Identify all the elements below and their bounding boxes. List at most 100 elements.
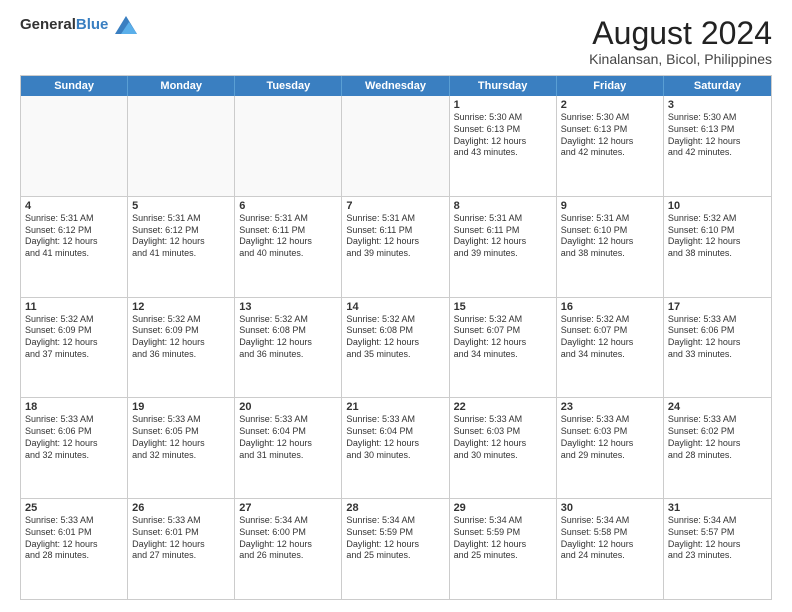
cell-content: Sunrise: 5:33 AM Sunset: 6:04 PM Dayligh…: [346, 414, 444, 461]
calendar-cell: 13Sunrise: 5:32 AM Sunset: 6:08 PM Dayli…: [235, 298, 342, 398]
calendar-cell: [235, 96, 342, 196]
day-number: 31: [668, 502, 767, 514]
cell-content: Sunrise: 5:34 AM Sunset: 5:58 PM Dayligh…: [561, 515, 659, 562]
calendar-cell: 31Sunrise: 5:34 AM Sunset: 5:57 PM Dayli…: [664, 499, 771, 599]
cell-content: Sunrise: 5:32 AM Sunset: 6:09 PM Dayligh…: [132, 314, 230, 361]
main-title: August 2024: [589, 16, 772, 51]
calendar-cell: 29Sunrise: 5:34 AM Sunset: 5:59 PM Dayli…: [450, 499, 557, 599]
cell-content: Sunrise: 5:30 AM Sunset: 6:13 PM Dayligh…: [668, 112, 767, 159]
cell-content: Sunrise: 5:33 AM Sunset: 6:05 PM Dayligh…: [132, 414, 230, 461]
day-number: 16: [561, 301, 659, 313]
cell-content: Sunrise: 5:33 AM Sunset: 6:03 PM Dayligh…: [561, 414, 659, 461]
calendar-cell: 23Sunrise: 5:33 AM Sunset: 6:03 PM Dayli…: [557, 398, 664, 498]
day-number: 1: [454, 99, 552, 111]
day-number: 3: [668, 99, 767, 111]
day-number: 10: [668, 200, 767, 212]
day-number: 9: [561, 200, 659, 212]
cell-content: Sunrise: 5:32 AM Sunset: 6:08 PM Dayligh…: [346, 314, 444, 361]
calendar-cell: 19Sunrise: 5:33 AM Sunset: 6:05 PM Dayli…: [128, 398, 235, 498]
day-number: 15: [454, 301, 552, 313]
calendar-cell: 9Sunrise: 5:31 AM Sunset: 6:10 PM Daylig…: [557, 197, 664, 297]
calendar-cell: 11Sunrise: 5:32 AM Sunset: 6:09 PM Dayli…: [21, 298, 128, 398]
day-number: 26: [132, 502, 230, 514]
calendar-cell: 16Sunrise: 5:32 AM Sunset: 6:07 PM Dayli…: [557, 298, 664, 398]
calendar-week-3: 11Sunrise: 5:32 AM Sunset: 6:09 PM Dayli…: [21, 297, 771, 398]
calendar: SundayMondayTuesdayWednesdayThursdayFrid…: [20, 75, 772, 600]
calendar-body: 1Sunrise: 5:30 AM Sunset: 6:13 PM Daylig…: [21, 96, 771, 599]
day-number: 11: [25, 301, 123, 313]
day-number: 5: [132, 200, 230, 212]
cell-content: Sunrise: 5:33 AM Sunset: 6:04 PM Dayligh…: [239, 414, 337, 461]
logo-general: General: [20, 16, 76, 33]
logo-blue: Blue: [76, 16, 109, 33]
day-number: 2: [561, 99, 659, 111]
cell-content: Sunrise: 5:32 AM Sunset: 6:09 PM Dayligh…: [25, 314, 123, 361]
calendar-cell: 27Sunrise: 5:34 AM Sunset: 6:00 PM Dayli…: [235, 499, 342, 599]
cell-content: Sunrise: 5:33 AM Sunset: 6:03 PM Dayligh…: [454, 414, 552, 461]
calendar-week-5: 25Sunrise: 5:33 AM Sunset: 6:01 PM Dayli…: [21, 498, 771, 599]
calendar-cell: 22Sunrise: 5:33 AM Sunset: 6:03 PM Dayli…: [450, 398, 557, 498]
calendar-cell: 1Sunrise: 5:30 AM Sunset: 6:13 PM Daylig…: [450, 96, 557, 196]
cell-content: Sunrise: 5:33 AM Sunset: 6:06 PM Dayligh…: [668, 314, 767, 361]
day-number: 24: [668, 401, 767, 413]
cell-content: Sunrise: 5:31 AM Sunset: 6:11 PM Dayligh…: [454, 213, 552, 260]
day-number: 28: [346, 502, 444, 514]
calendar-cell: 18Sunrise: 5:33 AM Sunset: 6:06 PM Dayli…: [21, 398, 128, 498]
calendar-cell: 10Sunrise: 5:32 AM Sunset: 6:10 PM Dayli…: [664, 197, 771, 297]
cal-header-saturday: Saturday: [664, 76, 771, 96]
cell-content: Sunrise: 5:34 AM Sunset: 6:00 PM Dayligh…: [239, 515, 337, 562]
calendar-cell: 5Sunrise: 5:31 AM Sunset: 6:12 PM Daylig…: [128, 197, 235, 297]
calendar-cell: 7Sunrise: 5:31 AM Sunset: 6:11 PM Daylig…: [342, 197, 449, 297]
calendar-cell: 28Sunrise: 5:34 AM Sunset: 5:59 PM Dayli…: [342, 499, 449, 599]
cell-content: Sunrise: 5:31 AM Sunset: 6:11 PM Dayligh…: [239, 213, 337, 260]
cell-content: Sunrise: 5:34 AM Sunset: 5:59 PM Dayligh…: [346, 515, 444, 562]
calendar-week-4: 18Sunrise: 5:33 AM Sunset: 6:06 PM Dayli…: [21, 397, 771, 498]
cal-header-monday: Monday: [128, 76, 235, 96]
calendar-cell: 20Sunrise: 5:33 AM Sunset: 6:04 PM Dayli…: [235, 398, 342, 498]
calendar-cell: 24Sunrise: 5:33 AM Sunset: 6:02 PM Dayli…: [664, 398, 771, 498]
cell-content: Sunrise: 5:33 AM Sunset: 6:02 PM Dayligh…: [668, 414, 767, 461]
day-number: 17: [668, 301, 767, 313]
calendar-header: SundayMondayTuesdayWednesdayThursdayFrid…: [21, 76, 771, 96]
cal-header-friday: Friday: [557, 76, 664, 96]
cell-content: Sunrise: 5:32 AM Sunset: 6:07 PM Dayligh…: [454, 314, 552, 361]
day-number: 6: [239, 200, 337, 212]
day-number: 20: [239, 401, 337, 413]
calendar-cell: 21Sunrise: 5:33 AM Sunset: 6:04 PM Dayli…: [342, 398, 449, 498]
cell-content: Sunrise: 5:33 AM Sunset: 6:06 PM Dayligh…: [25, 414, 123, 461]
cell-content: Sunrise: 5:31 AM Sunset: 6:12 PM Dayligh…: [132, 213, 230, 260]
day-number: 19: [132, 401, 230, 413]
cell-content: Sunrise: 5:30 AM Sunset: 6:13 PM Dayligh…: [454, 112, 552, 159]
calendar-cell: 4Sunrise: 5:31 AM Sunset: 6:12 PM Daylig…: [21, 197, 128, 297]
cal-header-wednesday: Wednesday: [342, 76, 449, 96]
calendar-cell: 15Sunrise: 5:32 AM Sunset: 6:07 PM Dayli…: [450, 298, 557, 398]
calendar-cell: 8Sunrise: 5:31 AM Sunset: 6:11 PM Daylig…: [450, 197, 557, 297]
logo: GeneralBlue: [20, 16, 137, 34]
calendar-cell: 26Sunrise: 5:33 AM Sunset: 6:01 PM Dayli…: [128, 499, 235, 599]
day-number: 18: [25, 401, 123, 413]
cell-content: Sunrise: 5:34 AM Sunset: 5:59 PM Dayligh…: [454, 515, 552, 562]
cal-header-tuesday: Tuesday: [235, 76, 342, 96]
cal-header-thursday: Thursday: [450, 76, 557, 96]
calendar-cell: 3Sunrise: 5:30 AM Sunset: 6:13 PM Daylig…: [664, 96, 771, 196]
calendar-cell: 17Sunrise: 5:33 AM Sunset: 6:06 PM Dayli…: [664, 298, 771, 398]
day-number: 8: [454, 200, 552, 212]
calendar-cell: 25Sunrise: 5:33 AM Sunset: 6:01 PM Dayli…: [21, 499, 128, 599]
calendar-week-1: 1Sunrise: 5:30 AM Sunset: 6:13 PM Daylig…: [21, 96, 771, 196]
cell-content: Sunrise: 5:31 AM Sunset: 6:10 PM Dayligh…: [561, 213, 659, 260]
day-number: 7: [346, 200, 444, 212]
calendar-cell: 30Sunrise: 5:34 AM Sunset: 5:58 PM Dayli…: [557, 499, 664, 599]
day-number: 4: [25, 200, 123, 212]
calendar-week-2: 4Sunrise: 5:31 AM Sunset: 6:12 PM Daylig…: [21, 196, 771, 297]
calendar-cell: [128, 96, 235, 196]
calendar-cell: [21, 96, 128, 196]
day-number: 21: [346, 401, 444, 413]
cell-content: Sunrise: 5:31 AM Sunset: 6:12 PM Dayligh…: [25, 213, 123, 260]
calendar-cell: 12Sunrise: 5:32 AM Sunset: 6:09 PM Dayli…: [128, 298, 235, 398]
cell-content: Sunrise: 5:33 AM Sunset: 6:01 PM Dayligh…: [132, 515, 230, 562]
calendar-cell: 2Sunrise: 5:30 AM Sunset: 6:13 PM Daylig…: [557, 96, 664, 196]
cell-content: Sunrise: 5:34 AM Sunset: 5:57 PM Dayligh…: [668, 515, 767, 562]
cell-content: Sunrise: 5:33 AM Sunset: 6:01 PM Dayligh…: [25, 515, 123, 562]
day-number: 29: [454, 502, 552, 514]
day-number: 25: [25, 502, 123, 514]
